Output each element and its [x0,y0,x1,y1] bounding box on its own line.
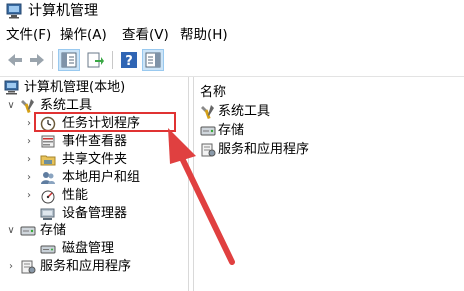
chevron-down-icon[interactable]: ∨ [6,222,16,240]
toolbar-separator [52,51,53,69]
services-icon [201,143,216,157]
device-manager-icon [40,208,55,220]
back-icon [8,54,22,66]
console-tree: 计算机管理(本地) ∨ 系统工具 › 任务计划程序 › 事件查看器 › 共享文件… [0,77,188,291]
menu-help[interactable]: 帮助(H) [180,27,228,43]
show-action-pane-button[interactable] [142,49,164,71]
tree-node-disk-management[interactable]: 磁盘管理 [38,240,184,258]
toolbar-separator [112,51,113,69]
tree-label: 本地用户和组 [62,170,141,185]
storage-icon [20,226,36,236]
tree-node-computer-management[interactable]: 计算机管理(本地) [4,79,184,97]
tree-label: 磁盘管理 [62,241,115,256]
list-item-label: 存储 [218,123,245,138]
tools-icon [201,105,214,120]
list-item-services-applications[interactable]: 服务和应用程序 [200,141,450,159]
computer-management-icon [4,80,19,95]
shared-folder-icon [40,155,56,166]
svg-text:?: ? [125,54,133,69]
show-hide-console-tree-button[interactable] [58,49,80,71]
tree-node-services-applications[interactable]: › 服务和应用程序 [6,258,186,276]
forward-button[interactable] [26,49,48,71]
tree-node-device-manager[interactable]: 设备管理器 [38,205,184,223]
computer-management-icon [6,3,22,19]
show-hide-console-tree-icon [61,52,77,68]
tree-node-event-viewer[interactable]: › 事件查看器 [24,133,184,151]
list-item-label: 系统工具 [218,104,271,119]
column-header-name[interactable]: 名称 [200,81,226,100]
list-item-storage[interactable]: 存储 [200,122,450,140]
menu-action[interactable]: 操作(A) [60,27,107,43]
tree-node-performance[interactable]: › 性能 [24,187,184,205]
show-action-pane-icon [145,52,161,68]
window-title: 计算机管理 [28,3,98,19]
services-icon [21,260,36,274]
details-pane: 名称 系统工具 存储 服务和应用程序 [194,77,464,291]
tree-label: 性能 [62,188,89,203]
chevron-right-icon[interactable]: › [24,133,34,151]
tree-node-local-users-groups[interactable]: › 本地用户和组 [24,169,184,187]
annotation-highlight-box [34,112,176,132]
help-button[interactable]: ? [118,49,140,71]
tree-label: 事件查看器 [62,134,128,149]
export-list-icon [87,52,104,68]
storage-icon [200,126,216,136]
disk-management-icon [40,245,56,254]
toolbar: ? [0,47,464,75]
chevron-right-icon[interactable]: › [24,187,34,205]
performance-icon [41,190,55,204]
tree-node-shared-folders[interactable]: › 共享文件夹 [24,151,184,169]
tree-label: 计算机管理(本地) [24,80,126,95]
tree-label: 共享文件夹 [62,152,128,167]
tree-label: 存储 [40,223,67,238]
chevron-right-icon[interactable]: › [6,258,16,276]
help-icon: ? [121,52,137,69]
chevron-right-icon[interactable]: › [24,169,34,187]
title-bar: 计算机管理 [0,0,464,24]
menu-view[interactable]: 查看(V) [122,27,169,43]
list-item-label: 服务和应用程序 [218,142,310,157]
tree-label: 设备管理器 [62,206,128,221]
users-icon [41,172,55,184]
chevron-right-icon[interactable]: › [24,151,34,169]
chevron-right-icon[interactable]: › [24,115,34,133]
menu-bar: 文件(F) 操作(A) 查看(V) 帮助(H) [0,24,464,46]
tree-label: 服务和应用程序 [40,259,132,274]
chevron-down-icon[interactable]: ∨ [6,97,16,115]
back-button[interactable] [4,49,26,71]
menu-file[interactable]: 文件(F) [6,27,51,43]
forward-icon [30,54,44,66]
tree-node-storage[interactable]: ∨ 存储 [6,222,186,240]
list-item-system-tools[interactable]: 系统工具 [200,103,450,121]
event-viewer-icon [41,135,55,148]
export-list-button[interactable] [84,49,106,71]
